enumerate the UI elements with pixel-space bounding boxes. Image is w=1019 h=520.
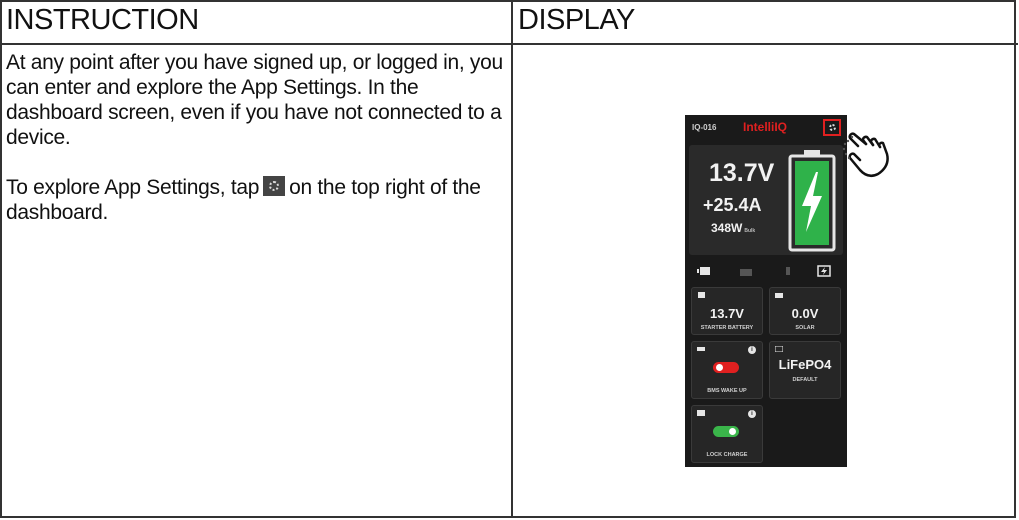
battery-summary: 13.7V +25.4A 348W Bulk <box>689 145 843 255</box>
tile-label: DEFAULT <box>792 377 818 383</box>
gear-icon <box>829 124 836 131</box>
power-readout: 348W Bulk <box>711 221 755 235</box>
battery-icon <box>698 292 705 298</box>
header-divider <box>2 43 1018 45</box>
column-divider <box>511 0 513 518</box>
tile-value: 13.7V <box>710 306 744 321</box>
info-icon[interactable]: i <box>748 410 756 418</box>
status-icon-row <box>685 263 847 281</box>
gear-icon <box>263 176 286 196</box>
tile-value: 0.0V <box>791 306 819 321</box>
info-icon[interactable]: i <box>748 346 756 354</box>
hand-pointer-icon <box>842 132 889 178</box>
tile-bms-wake-up[interactable]: i BMS WAKE UP <box>691 341 763 399</box>
plug-icon <box>786 267 790 275</box>
solar-icon <box>740 269 752 276</box>
current-readout: +25.4A <box>703 195 762 215</box>
phone-dashboard-screenshot: IQ-016 IntelliIQ 13.7V +25.4A 348W Bulk 1… <box>685 115 847 467</box>
tile-label: SOLAR <box>795 325 815 331</box>
header-display: DISPLAY <box>518 4 635 36</box>
lock-charge-toggle[interactable] <box>713 426 739 437</box>
tile-label: STARTER BATTERY <box>700 325 754 331</box>
header-instruction: INSTRUCTION <box>6 4 199 36</box>
voltage-readout: 13.7V <box>709 159 775 187</box>
tile-label: LOCK CHARGE <box>706 452 748 458</box>
bms-icon <box>697 347 705 351</box>
charge-icon <box>775 346 783 352</box>
tile-value: LiFePO4 <box>778 357 832 372</box>
tile-label: BMS WAKE UP <box>707 388 747 394</box>
battery-charging-icon <box>788 150 836 252</box>
tile-lock-charge[interactable]: i LOCK CHARGE <box>691 405 763 463</box>
app-topbar: IQ-016 IntelliIQ <box>685 115 847 141</box>
charge-icon <box>817 265 831 277</box>
solar-icon <box>775 293 783 298</box>
settings-gear-highlight[interactable] <box>823 119 841 136</box>
power-mode: Bulk <box>744 228 756 234</box>
tile-starter-battery[interactable]: 13.7V STARTER BATTERY <box>691 287 763 335</box>
instruction-text: At any point after you have signed up, o… <box>6 50 506 225</box>
bms-toggle[interactable] <box>713 362 739 373</box>
battery-icon <box>697 267 710 275</box>
lock-icon <box>697 410 705 416</box>
instruction-p2-before: To explore App Settings, tap <box>6 176 260 199</box>
tile-battery-type[interactable]: LiFePO4 DEFAULT <box>769 341 841 399</box>
brand-logo: IntelliIQ <box>743 120 788 134</box>
instruction-paragraph-2: To explore App Settings, tap on the top r… <box>6 175 506 225</box>
tile-solar[interactable]: 0.0V SOLAR <box>769 287 841 335</box>
instruction-paragraph-1: At any point after you have signed up, o… <box>6 51 503 149</box>
device-id: IQ-016 <box>692 123 717 132</box>
power-value: 348W <box>711 221 743 235</box>
